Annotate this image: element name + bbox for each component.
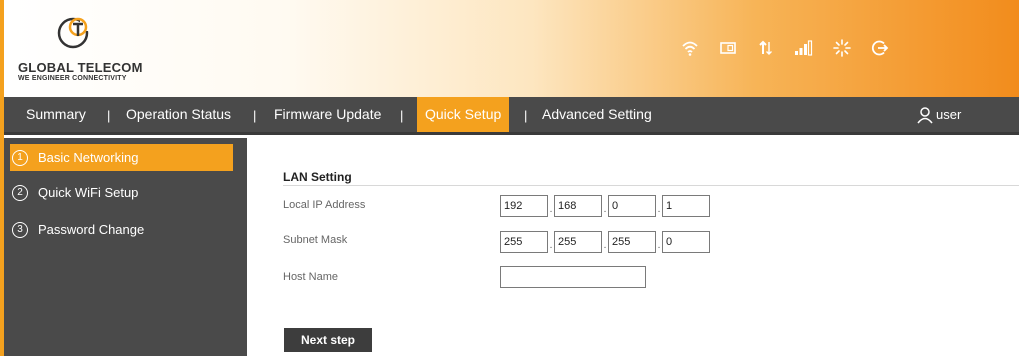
local-ip-field: . . . <box>500 195 710 217</box>
brand-tagline: WE ENGINEER CONNECTIVITY <box>18 75 127 82</box>
section-title: LAN Setting <box>283 170 352 184</box>
subnet-mask-field: . . . <box>500 231 710 253</box>
nav-separator: | <box>400 108 404 123</box>
header: GLOBAL TELECOM WE ENGINEER CONNECTIVITY <box>4 0 1019 97</box>
nav-separator: | <box>107 108 111 123</box>
host-name-input[interactable] <box>500 266 646 288</box>
brand-name: GLOBAL TELECOM <box>18 60 143 75</box>
sim-card-icon <box>717 37 739 59</box>
nav-separator: | <box>253 108 257 123</box>
local-ip-octet-1[interactable] <box>500 195 548 217</box>
subnet-octet-2[interactable] <box>554 231 602 253</box>
nav-separator: | <box>524 108 528 123</box>
local-ip-octet-2[interactable] <box>554 195 602 217</box>
sidebar-item-label: Password Change <box>38 222 145 237</box>
wifi-icon <box>679 37 701 59</box>
nav-tab-operation-status[interactable]: Operation Status <box>126 97 231 132</box>
local-ip-label: Local IP Address <box>283 199 366 211</box>
subnet-octet-1[interactable] <box>500 231 548 253</box>
host-name-label: Host Name <box>283 271 339 283</box>
sidebar-item-basic-networking[interactable]: 1 Basic Networking <box>10 144 233 171</box>
step-number-badge: 1 <box>12 149 28 166</box>
loading-icon <box>831 37 853 59</box>
user-name: user <box>936 107 962 122</box>
local-ip-octet-4[interactable] <box>662 195 710 217</box>
sidebar-item-label: Basic Networking <box>38 150 139 165</box>
subnet-mask-label: Subnet Mask <box>283 234 348 246</box>
logout-icon[interactable] <box>869 37 891 59</box>
next-step-button[interactable]: Next step <box>284 328 372 352</box>
sidebar-item-password-change[interactable]: 3 Password Change <box>10 216 233 243</box>
signal-strength-icon <box>793 37 815 59</box>
sidebar-item-label: Quick WiFi Setup <box>38 185 139 200</box>
user-menu[interactable]: user <box>916 97 961 132</box>
local-ip-octet-3[interactable] <box>608 195 656 217</box>
sidebar: 1 Basic Networking 2 Quick WiFi Setup 3 … <box>4 138 247 356</box>
brand-logo: GLOBAL TELECOM WE ENGINEER CONNECTIVITY <box>14 12 194 92</box>
data-transfer-icon <box>755 37 777 59</box>
subnet-octet-3[interactable] <box>608 231 656 253</box>
step-number-badge: 3 <box>12 221 28 238</box>
subnet-octet-4[interactable] <box>662 231 710 253</box>
main-content: LAN Setting Local IP Address . . . Subne… <box>247 138 1019 356</box>
main-nav: Summary | Operation Status | Firmware Up… <box>4 97 1019 135</box>
global-telecom-logo-icon <box>57 17 90 49</box>
status-icon-bar <box>679 36 907 60</box>
divider <box>283 185 1019 186</box>
nav-tab-summary[interactable]: Summary <box>26 97 86 132</box>
nav-tab-firmware-update[interactable]: Firmware Update <box>274 97 381 132</box>
nav-tab-quick-setup[interactable]: Quick Setup <box>417 97 510 132</box>
user-icon <box>917 106 933 123</box>
step-number-badge: 2 <box>12 184 28 201</box>
nav-tab-advanced-setting[interactable]: Advanced Setting <box>542 97 652 132</box>
sidebar-item-quick-wifi-setup[interactable]: 2 Quick WiFi Setup <box>10 179 233 206</box>
